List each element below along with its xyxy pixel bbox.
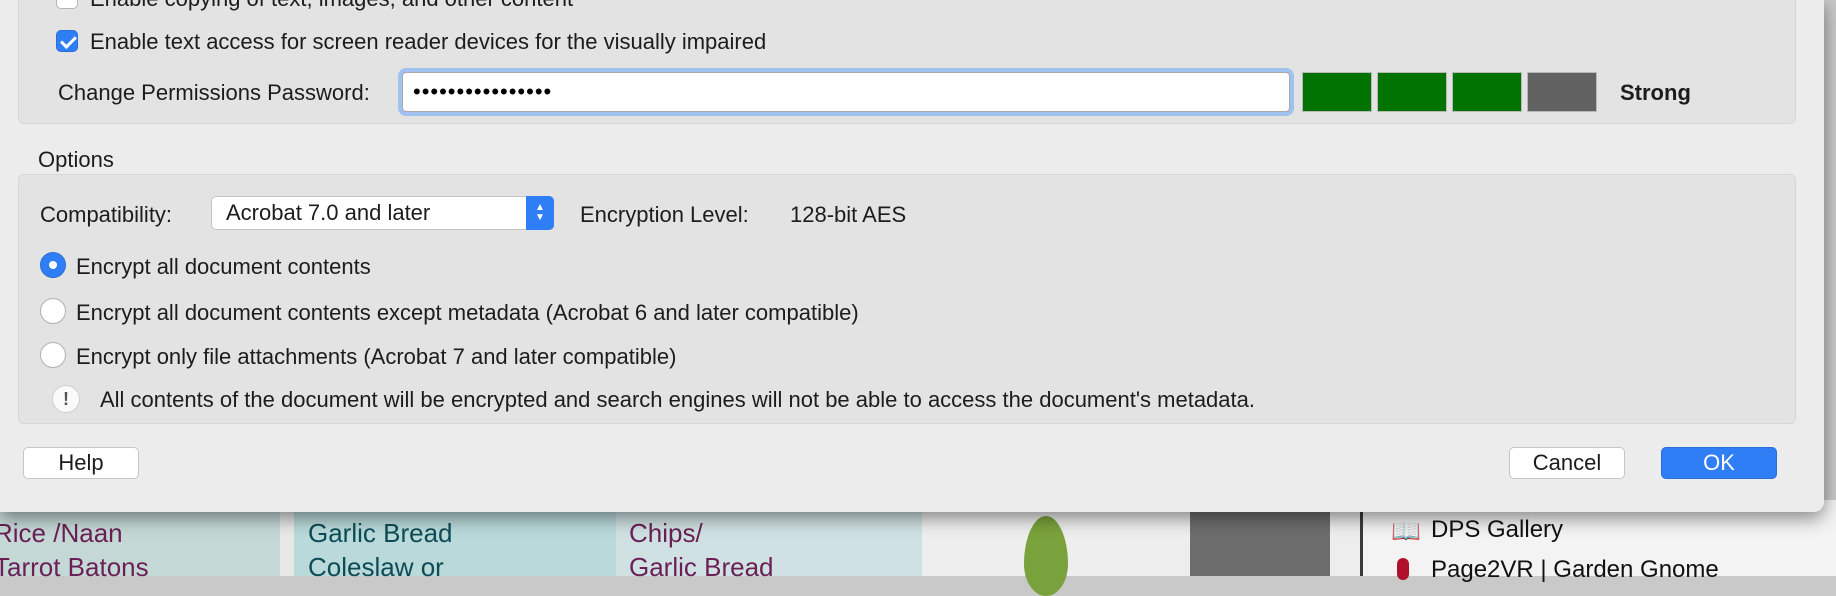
encrypt-attachments-radio[interactable] xyxy=(40,342,66,368)
strength-segment xyxy=(1377,72,1447,112)
menu-text: Chips/ xyxy=(629,518,703,548)
menu-text: Tarrot Batons xyxy=(0,552,149,582)
info-message: All contents of the document will be enc… xyxy=(100,387,1255,412)
sidebar-item-dps-gallery[interactable]: DPS Gallery xyxy=(1431,516,1563,544)
permissions-password-field[interactable]: •••••••••••••••• xyxy=(402,72,1290,112)
compatibility-label: Compatibility: xyxy=(40,202,173,227)
security-dialog: Enable copying of text, images, and othe… xyxy=(0,0,1824,512)
encryption-level-label: Encryption Level: xyxy=(580,202,749,227)
cancel-button[interactable]: Cancel xyxy=(1509,447,1625,479)
permissions-password-label: Change Permissions Password: xyxy=(58,80,370,105)
copy-content-label: Enable copying of text, images, and othe… xyxy=(90,0,573,12)
strength-segment xyxy=(1452,72,1522,112)
strength-segment xyxy=(1527,72,1597,112)
encrypt-all-label: Encrypt all document contents xyxy=(76,254,371,279)
encrypt-except-metadata-label: Encrypt all document contents except met… xyxy=(76,300,859,325)
menu-text: Garlic Bread xyxy=(629,552,774,582)
menu-text: Garlic Bread xyxy=(308,518,453,548)
encryption-level-value: 128-bit AES xyxy=(790,202,907,227)
copy-content-checkbox[interactable] xyxy=(56,0,78,9)
sidebar-item-page2vr[interactable]: Page2VR | Garden Gnome xyxy=(1431,556,1719,584)
encrypt-attachments-label: Encrypt only file attachments (Acrobat 7… xyxy=(76,344,677,369)
info-icon: ! xyxy=(52,385,80,413)
encrypt-all-radio[interactable] xyxy=(40,252,66,278)
help-button[interactable]: Help xyxy=(23,447,139,479)
screen-reader-label: Enable text access for screen reader dev… xyxy=(90,29,767,54)
compatibility-value: Acrobat 7.0 and later xyxy=(226,200,431,225)
screen-reader-checkbox[interactable] xyxy=(56,30,78,52)
chevron-updown-icon: ▲ ▼ xyxy=(526,196,554,230)
strength-segment xyxy=(1302,72,1372,112)
book-icon: 📖 xyxy=(1391,518,1421,545)
pin-icon xyxy=(1397,558,1409,580)
menu-text: Coleslaw or xyxy=(308,552,444,582)
encrypt-except-metadata-radio[interactable] xyxy=(40,298,66,324)
menu-text: Rice /Naan xyxy=(0,518,123,548)
options-section-title: Options xyxy=(38,147,114,172)
compatibility-select[interactable]: Acrobat 7.0 and later ▲ ▼ xyxy=(211,196,554,230)
ok-button[interactable]: OK xyxy=(1661,447,1777,479)
password-strength-label: Strong xyxy=(1620,80,1691,105)
